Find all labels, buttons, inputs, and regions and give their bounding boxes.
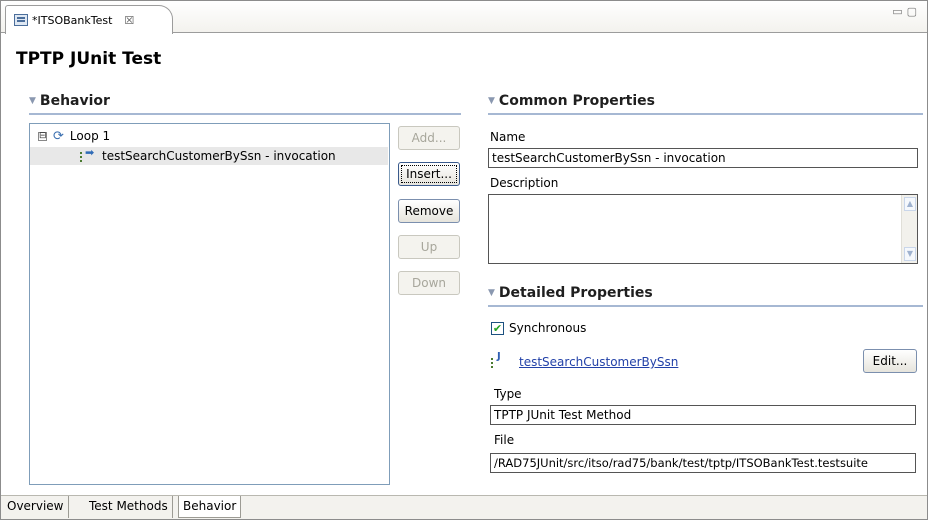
scroll-up-icon[interactable]: ▲ (904, 197, 916, 211)
tab-test-methods[interactable]: Test Methods (85, 496, 173, 518)
behavior-tree[interactable]: ⊟ ⟳ Loop 1 testSearchCustomerBySsn - inv… (29, 123, 390, 485)
minimize-icon[interactable]: ▭ (892, 5, 906, 18)
tab-overview[interactable]: Overview (3, 496, 69, 518)
synchronous-checkbox[interactable]: ✔ (491, 322, 504, 335)
window-controls: ▭▢ (892, 5, 921, 18)
up-button[interactable]: Up (398, 235, 460, 259)
edit-button[interactable]: Edit... (863, 349, 917, 373)
collapse-triangle-icon[interactable]: ▼ (488, 96, 495, 106)
detailed-properties-heading: Detailed Properties (498, 285, 653, 301)
type-label: Type (494, 387, 522, 401)
junit-method-icon (491, 351, 505, 369)
close-icon[interactable]: ☒ (124, 14, 134, 27)
tree-item-label: testSearchCustomerBySsn - invocation (102, 149, 336, 163)
collapse-tree-icon[interactable]: ⊟ (38, 131, 47, 141)
page-title: TPTP JUnit Test (16, 49, 162, 69)
name-label: Name (490, 130, 526, 144)
tree-item-loop[interactable]: ⊟ ⟳ Loop 1 (38, 127, 110, 145)
common-properties-rule (488, 113, 923, 115)
behavior-heading: Behavior (39, 93, 110, 109)
description-scrollbar[interactable]: ▲ ▼ (901, 195, 917, 263)
test-method-link[interactable]: testSearchCustomerBySsn (519, 355, 678, 369)
test-editor-window: *ITSOBankTest ☒ ▭▢ TPTP JUnit Test ▼ Beh… (0, 0, 928, 520)
collapse-triangle-icon[interactable]: ▼ (488, 288, 495, 298)
scroll-down-icon[interactable]: ▼ (904, 247, 916, 261)
loop-icon: ⟳ (53, 128, 64, 144)
name-field[interactable]: testSearchCustomerBySsn - invocation (488, 148, 918, 168)
common-properties-header[interactable]: ▼ Common Properties (488, 93, 655, 109)
type-field[interactable]: TPTP JUnit Test Method (490, 405, 916, 425)
tree-item-invocation[interactable]: testSearchCustomerBySsn - invocation (30, 146, 388, 165)
description-field[interactable]: ▲ ▼ (488, 194, 918, 264)
editor-tab-title: *ITSOBankTest (32, 13, 113, 27)
tree-item-label: Loop 1 (69, 129, 111, 143)
description-label: Description (490, 176, 559, 190)
add-button[interactable]: Add... (398, 126, 460, 150)
file-label: File (494, 433, 515, 447)
editor-page-tabs: Overview Test Methods Behavior (1, 495, 927, 519)
behavior-section-header[interactable]: ▼ Behavior (29, 93, 110, 109)
tab-behavior[interactable]: Behavior (178, 496, 242, 518)
editor-tab-itsobanktest[interactable]: *ITSOBankTest ☒ (5, 5, 173, 34)
behavior-section-rule (29, 113, 461, 115)
file-field[interactable]: /RAD75JUnit/src/itso/rad75/bank/test/tpt… (490, 453, 916, 473)
remove-button[interactable]: Remove (398, 199, 460, 223)
detailed-properties-header[interactable]: ▼ Detailed Properties (488, 285, 653, 301)
synchronous-label[interactable]: Synchronous (509, 321, 586, 335)
down-button[interactable]: Down (398, 271, 460, 295)
invocation-icon (80, 146, 96, 163)
collapse-triangle-icon[interactable]: ▼ (29, 96, 36, 106)
maximize-icon[interactable]: ▢ (907, 5, 921, 18)
common-properties-heading: Common Properties (498, 93, 655, 109)
insert-button[interactable]: Insert... (398, 162, 460, 186)
editor-tab-strip: *ITSOBankTest ☒ ▭▢ (1, 1, 927, 34)
detailed-properties-rule (488, 305, 923, 307)
test-suite-icon (14, 14, 28, 26)
